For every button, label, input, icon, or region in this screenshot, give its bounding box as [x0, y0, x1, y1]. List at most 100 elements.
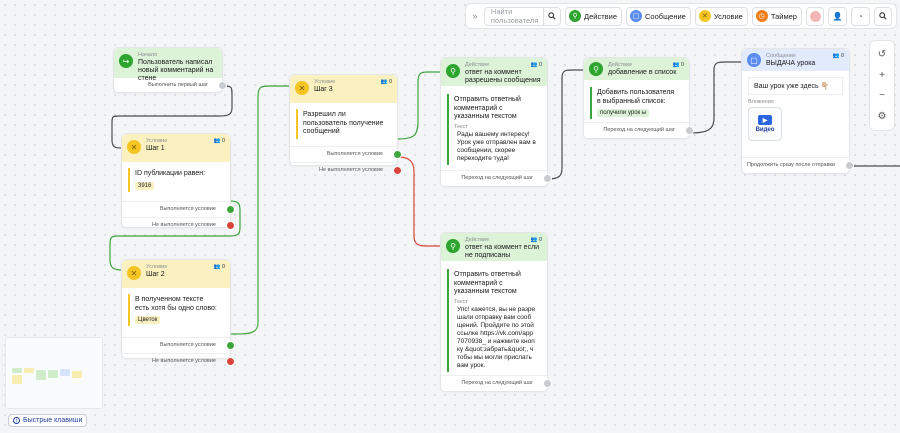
zoom-in-icon[interactable]: +: [873, 66, 891, 84]
node-step3[interactable]: ✕ Условие Шаг 3 👥 0 Разрешил ли пользова…: [289, 74, 402, 175]
no-port[interactable]: [226, 220, 235, 230]
condition-text: ID публикации равен:: [135, 170, 206, 177]
add-action-button[interactable]: ⚲ Действие: [565, 6, 623, 26]
add-timer-button[interactable]: ◷ Таймер: [751, 6, 802, 26]
output-port[interactable]: [845, 161, 854, 170]
edge-step2-step3: [229, 85, 290, 335]
no-port[interactable]: [393, 165, 402, 175]
yes-label: Выполняется условие: [159, 342, 216, 348]
output-row: Переход на следующий шаг: [584, 122, 694, 138]
no-row: Не выполняется условие: [122, 353, 235, 369]
action-icon: ⚲: [569, 10, 582, 22]
yes-port[interactable]: [226, 341, 235, 350]
node-step2[interactable]: ✕ Условие Шаг 2 👥 0 В полученном тексте …: [121, 259, 235, 366]
no-label: Не выполняется условие: [152, 221, 216, 228]
yes-row: Выполняется условие: [290, 145, 402, 162]
history-button[interactable]: ◔: [850, 6, 870, 26]
add-action-label: Действие: [584, 11, 618, 21]
subscribers-count: 👥 0: [380, 79, 392, 85]
action-icon: ⚲: [589, 62, 603, 76]
no-row: Не выполняется условие: [122, 216, 235, 233]
output-port[interactable]: [543, 379, 552, 388]
pen-icon: [809, 10, 821, 22]
output-port[interactable]: [685, 126, 694, 135]
condition-block[interactable]: Разрешил ли пользователь получение сообщ…: [296, 109, 391, 139]
subscribers-count: 👥 0: [530, 62, 542, 68]
text-sublabel: Текст: [454, 298, 468, 305]
node-start[interactable]: ↪ Начало Пользователь написал новый комм…: [113, 47, 227, 93]
subscribers-count: 👥 0: [213, 264, 225, 270]
minimap-node: [12, 375, 22, 384]
no-port[interactable]: [226, 357, 235, 366]
condition-icon: ✕: [127, 140, 141, 154]
settings-icon[interactable]: ⚙: [873, 108, 891, 126]
node-action-add-list[interactable]: ⚲ Действие добавление в список 👥 0 Добав…: [583, 57, 694, 139]
add-user-icon: 👤: [832, 11, 843, 21]
node-step1[interactable]: ✕ Условие Шаг 1 👥 0 ID публикации равен:…: [121, 133, 235, 230]
output-port[interactable]: [543, 174, 552, 183]
output-label: Переход на следующий шаг: [461, 175, 533, 181]
condition-block[interactable]: В полученном тексте есть хотя бы одно сл…: [128, 294, 224, 326]
message-text-box[interactable]: Ваш урок уже здесь 👇🏼: [748, 77, 843, 95]
reply-text: Рады вашему интересу! Урок уже отправлен…: [457, 130, 536, 162]
yes-label: Выполняется условие: [326, 150, 383, 157]
undo-icon[interactable]: ↺: [873, 45, 891, 63]
node-title: Шаг 3: [314, 86, 333, 93]
output-port[interactable]: [218, 81, 227, 90]
no-label: Не выполняется условие: [319, 166, 383, 173]
minimap-node: [72, 371, 82, 378]
zoom-search-button[interactable]: [873, 6, 893, 26]
node-title: ответ на коммент если не подписаны: [465, 244, 540, 259]
minimap-node: [36, 370, 46, 380]
add-user-button[interactable]: 👤: [828, 6, 847, 26]
node-message-lesson[interactable]: ▢ Сообщение ВЫДАЧА урока 👥 0 Ваш урок уж…: [741, 48, 854, 174]
subscribers-count: 👥 0: [530, 237, 542, 243]
node-action-reply-not-subscribed[interactable]: ⚲ Действие ответ на коммент если не подп…: [440, 232, 552, 392]
output-row: Переход на следующий шаг: [441, 170, 552, 186]
text-sublabel: Текст: [454, 123, 468, 130]
minimap[interactable]: [5, 337, 103, 409]
minimap-node: [24, 368, 34, 373]
action-block[interactable]: Отправить ответный комментарий с указанн…: [447, 94, 541, 165]
action-text: Добавить пользователя в выбранный список…: [597, 89, 675, 105]
condition-block[interactable]: ID публикации равен: 3916: [128, 168, 224, 192]
action-text: Отправить ответный комментарий с указанн…: [454, 271, 521, 295]
subscribers-count: 👥 0: [832, 53, 844, 59]
action-icon: ⚲: [446, 239, 460, 253]
minimap-node: [60, 369, 70, 376]
message-icon: ▢: [747, 53, 761, 67]
node-title: ответ на коммент разрешены сообщения: [465, 69, 541, 84]
clock-icon: ◔: [857, 11, 863, 21]
search-icon[interactable]: [543, 7, 560, 25]
action-block[interactable]: Отправить ответный комментарий с указанн…: [447, 269, 541, 372]
node-type: Начало: [138, 52, 158, 58]
minimap-node: [48, 370, 58, 378]
add-condition-button[interactable]: ✕ Условие: [694, 6, 748, 26]
node-title: ВЫДАЧА урока: [766, 60, 816, 67]
info-icon: i: [13, 417, 20, 424]
yes-port[interactable]: [393, 149, 402, 159]
collapse-chevron-icon[interactable]: »: [470, 11, 480, 21]
action-block[interactable]: Добавить пользователя в выбранный список…: [590, 87, 683, 119]
reply-text: Упс! кажется, вы не разрешали отправку в…: [457, 305, 536, 369]
add-message-button[interactable]: ▢ Сообщение: [626, 6, 691, 26]
shortcuts-button[interactable]: i Быстрые клавиши: [8, 414, 88, 427]
output-label: Переход на следующий шаг: [461, 380, 533, 386]
video-attachment[interactable]: ▶ Видео: [748, 107, 782, 141]
condition-tag: Цветок: [135, 316, 161, 324]
start-icon: ↪: [119, 54, 133, 68]
attachments-label: Вложения: [748, 99, 774, 105]
user-search[interactable]: Найти пользователя: [483, 6, 562, 26]
output-label: Продолжить сразу после отправки: [746, 162, 835, 168]
condition-text: В полученном тексте есть хотя бы одно сл…: [135, 296, 217, 312]
play-icon: ▶: [758, 115, 772, 125]
yes-port[interactable]: [226, 204, 235, 214]
no-label: Не выполняется условие: [152, 358, 216, 364]
top-toolbar: » Найти пользователя ⚲ Действие ▢ Сообще…: [465, 3, 897, 29]
condition-icon: ✕: [127, 266, 141, 280]
zoom-out-icon[interactable]: −: [873, 87, 891, 105]
search-input[interactable]: Найти пользователя: [485, 7, 543, 25]
node-action-reply-allowed[interactable]: ⚲ Действие ответ на коммент разрешены со…: [440, 57, 552, 187]
yes-row: Выполняется условие: [122, 337, 235, 353]
tool-button-1[interactable]: [805, 6, 825, 26]
